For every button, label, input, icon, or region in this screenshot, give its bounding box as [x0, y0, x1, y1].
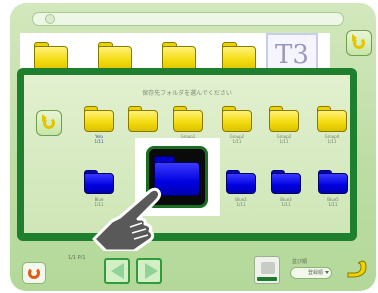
folder-icon[interactable] — [173, 106, 203, 132]
home-button[interactable] — [22, 262, 46, 284]
folder-label: Group4 1/11 — [324, 134, 340, 144]
folder-label: Yelo 1/11 — [94, 134, 104, 144]
folder-icon[interactable] — [128, 106, 158, 132]
page-indicator: 1/1 P/1 — [68, 255, 86, 261]
dialog-title: 保存先フォルダを選んでください — [142, 90, 232, 97]
arrow-right-icon — [145, 263, 158, 279]
arrow-left-icon — [111, 263, 124, 279]
folder-label: Blue2 1/11 — [235, 197, 247, 207]
sort-dropdown[interactable]: 登録順 — [290, 267, 332, 279]
folder-label: Group2 1/11 — [229, 134, 245, 144]
folder-icon[interactable] — [318, 170, 348, 194]
folder-label: Blue3 1/11 — [280, 197, 292, 207]
folder-icon[interactable] — [271, 170, 301, 194]
folder-icon[interactable] — [269, 106, 299, 132]
scroll-thumb[interactable] — [45, 14, 55, 24]
home-icon — [28, 267, 40, 279]
sort-label: 並び順 — [292, 259, 308, 265]
scroll-bar[interactable] — [32, 12, 344, 26]
folder-icon[interactable] — [84, 106, 114, 132]
previous-page-button[interactable] — [104, 258, 130, 284]
folder-icon[interactable] — [226, 170, 256, 194]
chevron-down-icon — [325, 271, 329, 274]
folder-icon[interactable] — [317, 106, 347, 132]
return-icon[interactable] — [344, 257, 368, 281]
next-page-button[interactable] — [136, 258, 162, 284]
sort-value: 登録順 — [307, 270, 323, 276]
refresh-button[interactable] — [346, 30, 372, 56]
disk-icon — [261, 262, 275, 274]
folder-label: Blue5 1/11 — [327, 197, 339, 207]
dialog-refresh-button[interactable] — [36, 110, 62, 136]
pointing-hand-icon — [92, 187, 162, 251]
save-button[interactable] — [254, 256, 280, 284]
folder-icon[interactable] — [222, 106, 252, 132]
folder-label: Group2 1/11 — [276, 134, 292, 144]
